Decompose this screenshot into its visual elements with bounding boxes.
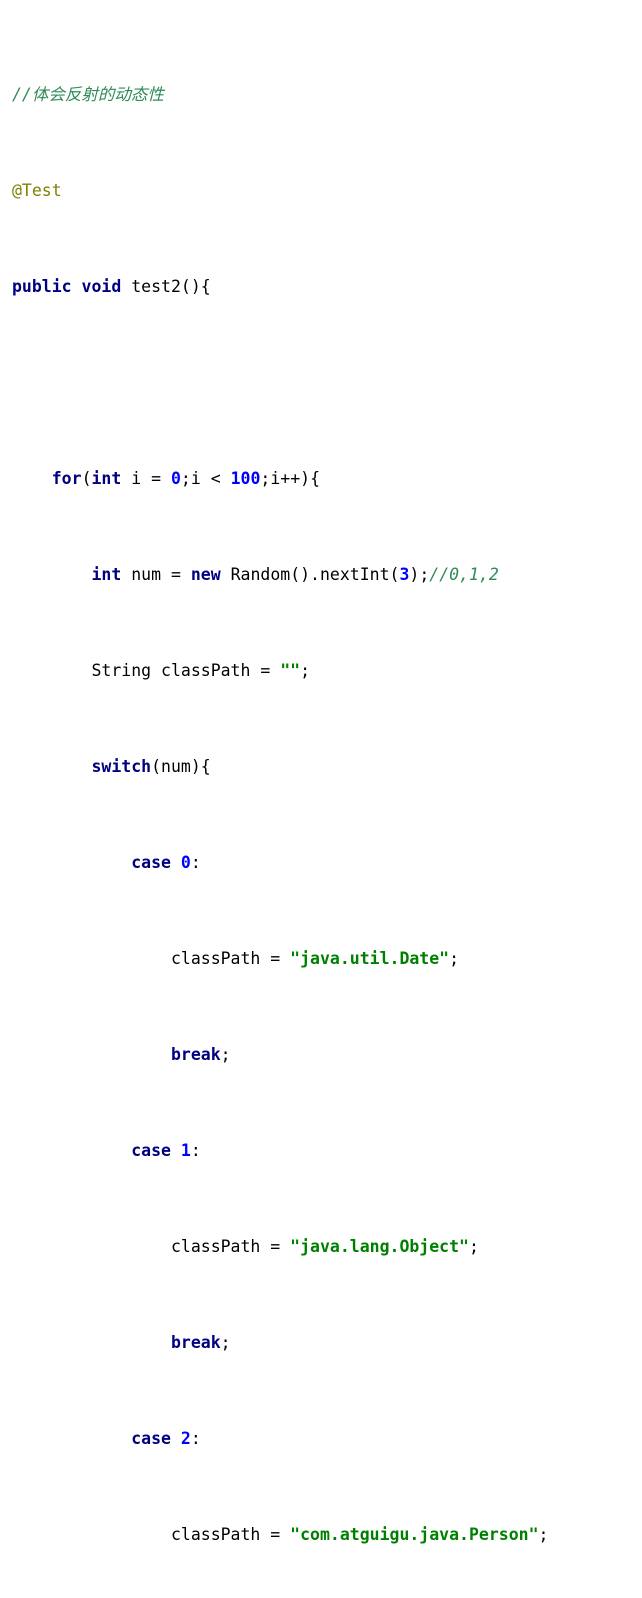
case-value: 1 — [180, 1141, 191, 1160]
text: classPath = — [170, 1525, 291, 1544]
keyword-switch: switch — [91, 757, 152, 776]
text: ; — [300, 661, 311, 680]
text: ; — [449, 949, 460, 968]
number-hundred: 100 — [230, 469, 261, 488]
string-literal: "java.lang.Object" — [290, 1237, 469, 1256]
code-line-5: for(int i = 0;i < 100;i++){ — [12, 467, 642, 491]
keyword-new: new — [190, 565, 221, 584]
number-zero: 0 — [170, 469, 181, 488]
code-editor-canvas[interactable]: //体会反射的动态性 @Test public void test2(){ fo… — [0, 0, 642, 1544]
keyword-break: break — [170, 1333, 221, 1352]
text: String classPath = — [91, 661, 281, 680]
keyword-case: case — [131, 1141, 171, 1160]
keyword-for: for — [51, 469, 82, 488]
string-literal: "com.atguigu.java.Person" — [290, 1525, 539, 1544]
text: ;i++){ — [260, 469, 321, 488]
code-line-15: case 2: — [12, 1427, 642, 1451]
text: ; — [538, 1525, 549, 1544]
text: num = — [121, 565, 191, 584]
text: ;i < — [180, 469, 231, 488]
code-line-16: classPath = "com.atguigu.java.Person"; — [12, 1523, 642, 1547]
annotation-test: @Test — [12, 181, 62, 200]
text: Random().nextInt( — [220, 565, 400, 584]
code-line-9: case 0: — [12, 851, 642, 875]
code-line-1: //体会反射的动态性 — [12, 83, 642, 107]
text: classPath = — [170, 949, 291, 968]
keyword-case: case — [131, 853, 171, 872]
line-comment: //体会反射的动态性 — [12, 85, 164, 104]
code-line-2: @Test — [12, 179, 642, 203]
keyword-break: break — [170, 1045, 221, 1064]
keyword-void: void — [81, 277, 122, 296]
keyword-case: case — [131, 1429, 171, 1448]
keyword-public: public — [12, 277, 72, 296]
case-value: 0 — [180, 853, 191, 872]
code-line-6: int num = new Random().nextInt(3);//0,1,… — [12, 563, 642, 587]
case-value: 2 — [180, 1429, 191, 1448]
code-line-11: break; — [12, 1043, 642, 1067]
code-line-12: case 1: — [12, 1139, 642, 1163]
text: ; — [468, 1237, 479, 1256]
colon: : — [190, 1141, 201, 1160]
code-text-area[interactable]: //体会反射的动态性 @Test public void test2(){ fo… — [12, 11, 642, 1598]
code-line-14: break; — [12, 1331, 642, 1355]
string-empty: "" — [280, 661, 301, 680]
string-literal: "java.util.Date" — [290, 949, 450, 968]
keyword-int: int — [91, 469, 122, 488]
semicolon: ; — [220, 1045, 231, 1064]
code-line-7: String classPath = ""; — [12, 659, 642, 683]
code-line-10: classPath = "java.util.Date"; — [12, 947, 642, 971]
colon: : — [190, 853, 201, 872]
text: (num){ — [151, 757, 211, 776]
colon: : — [190, 1429, 201, 1448]
number-three: 3 — [399, 565, 410, 584]
semicolon: ; — [220, 1333, 231, 1352]
code-line-13: classPath = "java.lang.Object"; — [12, 1235, 642, 1259]
trailing-comment: //0,1,2 — [429, 565, 499, 584]
text: ); — [409, 565, 430, 584]
text: classPath = — [170, 1237, 291, 1256]
punct: ( — [81, 469, 92, 488]
code-line-3: public void test2(){ — [12, 275, 642, 299]
method-signature: test2(){ — [131, 277, 211, 296]
text: i = — [121, 469, 171, 488]
keyword-int: int — [91, 565, 122, 584]
code-line-8: switch(num){ — [12, 755, 642, 779]
